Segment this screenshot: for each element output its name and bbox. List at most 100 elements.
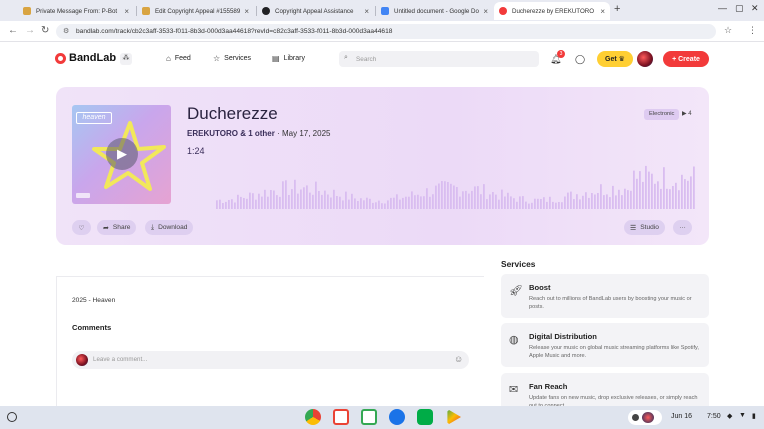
waveform-bar xyxy=(237,194,239,209)
files-app-icon[interactable] xyxy=(389,409,405,425)
new-tab-button[interactable]: + xyxy=(614,3,620,15)
messages-icon[interactable]: ◯ xyxy=(575,54,585,65)
close-icon[interactable]: × xyxy=(244,7,249,16)
get-membership-button[interactable]: Get ♛ xyxy=(597,51,633,67)
user-avatar[interactable] xyxy=(637,51,653,67)
service-boost[interactable]: 🚀︎ Boost Reach out to millions of BandLa… xyxy=(501,274,709,318)
close-icon[interactable]: × xyxy=(364,7,369,16)
tab-favicon-icon xyxy=(23,7,31,15)
waveform-bar xyxy=(669,189,671,209)
waveform-bar xyxy=(372,202,374,209)
bandlab-logo[interactable]: BandLab xyxy=(55,52,116,64)
waveform-bar xyxy=(393,197,395,209)
wifi-icon[interactable]: ▼ xyxy=(739,412,746,419)
waveform-bar xyxy=(498,199,500,209)
waveform-bar xyxy=(549,196,551,209)
waveform-bar xyxy=(465,190,467,209)
waveform-bar xyxy=(492,192,494,209)
share-button[interactable]: ➦ Share xyxy=(97,220,137,235)
browser-tab-0[interactable]: Private Message From: P-Bot × xyxy=(18,2,134,20)
forward-arrow-icon[interactable]: → xyxy=(25,25,35,36)
back-arrow-icon[interactable]: ← xyxy=(8,25,18,36)
create-button[interactable]: + Create xyxy=(663,51,709,67)
nav-services[interactable]: ☆ Services xyxy=(213,54,251,63)
download-button[interactable]: ⤓ Download xyxy=(145,220,194,235)
shelf-date[interactable]: Jun 16 xyxy=(671,413,692,420)
track-title: Ducherezze xyxy=(187,104,278,123)
browser-menu-icon[interactable]: ⋮ xyxy=(748,25,757,36)
play-store-app-icon[interactable] xyxy=(447,409,461,425)
waveform-bar xyxy=(531,202,533,209)
track-artist[interactable]: EREKUTORO & 1 other xyxy=(187,129,275,138)
network-icon[interactable]: ◆ xyxy=(727,412,732,420)
shelf-time[interactable]: 7:50 xyxy=(707,413,721,420)
browser-tab-2[interactable]: Copyright Appeal Assistance × xyxy=(257,2,374,20)
waveform-bar xyxy=(633,170,635,209)
genre-tag[interactable]: Electronic xyxy=(644,109,680,120)
tote-holding-space[interactable] xyxy=(628,410,662,425)
waveform-bar xyxy=(588,197,590,209)
waveform-bar xyxy=(384,203,386,209)
site-info-icon[interactable]: ⚙ xyxy=(63,27,69,35)
browser-tab-1[interactable]: Edit Copyright Appeal #155589 × xyxy=(137,2,254,20)
waveform-bar xyxy=(561,202,563,209)
bookmark-star-icon[interactable]: ☆ xyxy=(724,25,732,36)
waveform-bar xyxy=(600,184,602,209)
waveform-bar xyxy=(387,200,389,209)
waveform-bar xyxy=(660,188,662,209)
waveform-bar xyxy=(399,199,401,209)
open-in-studio-button[interactable]: ☰ Studio xyxy=(624,220,665,235)
waveform-bar xyxy=(366,197,368,209)
waveform-bar xyxy=(336,196,338,209)
gmail-app-icon[interactable] xyxy=(333,409,349,425)
search-icon: ⌕ xyxy=(344,54,348,61)
service-digital-distribution[interactable]: ◍ Digital Distribution Release your musi… xyxy=(501,323,709,367)
waveform-bar xyxy=(678,190,680,209)
like-button[interactable]: ♡ xyxy=(72,220,91,235)
close-window-icon[interactable]: ✕ xyxy=(751,3,759,14)
waveform-bar xyxy=(357,201,359,209)
waveform-bar xyxy=(585,192,587,209)
comment-placeholder: Leave a comment... xyxy=(93,356,148,363)
apps-grid-icon[interactable]: ⁂ xyxy=(120,53,132,65)
comment-input[interactable]: Leave a comment... ☺ xyxy=(72,351,469,369)
waveform-bar xyxy=(651,173,653,209)
waveform-bar xyxy=(477,186,479,209)
create-label: Create xyxy=(678,55,700,63)
waveform-bar xyxy=(486,199,488,209)
search-input[interactable]: ⌕ Search xyxy=(339,51,539,67)
nav-feed[interactable]: ⌂ Feed xyxy=(166,54,191,63)
waveform-bar xyxy=(567,192,569,209)
more-options-button[interactable]: ··· xyxy=(673,220,692,235)
waveform-bar xyxy=(543,197,545,209)
meet-app-icon[interactable] xyxy=(417,409,433,425)
close-icon[interactable]: × xyxy=(600,7,605,16)
waveform[interactable] xyxy=(216,159,696,209)
waveform-bar xyxy=(582,195,584,209)
close-icon[interactable]: × xyxy=(483,7,488,16)
waveform-bar xyxy=(216,200,218,209)
browser-tab-4[interactable]: Ducherezze by EREKUTORO | B × xyxy=(494,2,610,20)
docs-app-icon[interactable] xyxy=(361,409,377,425)
launcher-icon[interactable] xyxy=(7,412,17,422)
waveform-bar xyxy=(327,194,329,209)
waveform-bar xyxy=(234,202,236,209)
chrome-app-icon[interactable] xyxy=(305,409,321,425)
address-bar[interactable]: ⚙ bandlab.com/track/cb2c3aff-3533-f011-8… xyxy=(56,24,716,39)
waveform-bar xyxy=(333,189,335,209)
reload-icon[interactable]: ↻ xyxy=(41,25,49,36)
nav-library[interactable]: ▤ Library xyxy=(272,54,305,63)
battery-icon[interactable]: ▮ xyxy=(752,412,756,420)
waveform-bar xyxy=(675,182,677,209)
close-icon[interactable]: × xyxy=(124,7,129,16)
browser-tab-3[interactable]: Untitled document - Google Do × xyxy=(376,2,493,20)
notification-badge: 3 xyxy=(557,50,565,58)
play-button[interactable]: ▶ xyxy=(106,138,138,170)
minimize-icon[interactable]: — xyxy=(718,3,727,13)
maximize-icon[interactable]: ▢ xyxy=(735,3,744,14)
service-fan-reach[interactable]: ✉ Fan Reach Update fans on new music, dr… xyxy=(501,373,709,406)
waveform-bar xyxy=(639,171,641,209)
waveform-bar xyxy=(597,193,599,209)
waveform-bar xyxy=(342,200,344,209)
emoji-icon[interactable]: ☺ xyxy=(454,354,463,364)
